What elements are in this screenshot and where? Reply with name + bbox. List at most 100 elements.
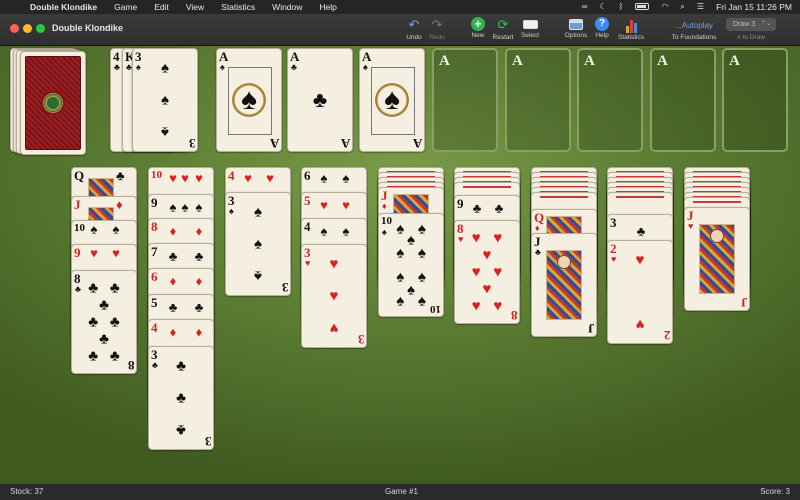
undo-button[interactable]: ↶ Undo — [402, 17, 426, 41]
draw-count-value: Draw 3 — [733, 21, 756, 28]
card-rank: J — [74, 197, 81, 212]
moon-icon[interactable]: ☾ — [599, 0, 606, 14]
card-rank: 9 — [151, 195, 158, 210]
score: Score: 3 — [760, 487, 790, 496]
menu-list: Double Klondike Game Edit View Statistic… — [30, 0, 354, 14]
help-button[interactable]: ? Help — [591, 17, 613, 39]
select-button[interactable]: Select — [518, 17, 542, 39]
card-suit-icon: ♠ — [229, 206, 234, 216]
menu-edit[interactable]: Edit — [154, 0, 169, 14]
card-suit-icon: ♦ — [382, 201, 387, 211]
foundation-slot-1[interactable]: A — [432, 48, 498, 152]
card-suit-icon: ♠ — [136, 62, 141, 72]
draw-count-select[interactable]: Draw 3 ⌃⌄ — [726, 18, 776, 31]
card-rank-bottom: 2 — [663, 328, 671, 343]
autoplay-button[interactable]: ...Autoplay To Foundations — [666, 17, 722, 41]
waste-card-top[interactable]: 3 ♠ ♠ ♠ ♠ 3 — [132, 48, 198, 152]
jack-face-art — [546, 250, 582, 320]
ace-club-icon: ♣ — [312, 87, 328, 112]
tableau-card-top[interactable]: J ♣ J — [531, 233, 597, 337]
foundation-slot-2[interactable]: A — [505, 48, 571, 152]
window-title: Double Klondike — [52, 23, 124, 33]
tableau-card-top[interactable]: 2 ♥ ♥ ♥ 2 — [607, 240, 673, 344]
statistics-button[interactable]: Statistics — [616, 17, 646, 41]
game-board: 4 ♣ K ♣ 3 ♠ ♠ ♠ ♠ 3 A ♠ ♠ A A ♣ ♣ A A ♠ … — [0, 46, 800, 484]
card-suit-icon: ♣ — [152, 360, 158, 370]
menu-status-area: ∞ ☾ ᛒ ◠ ⌕ ☰ Fri Jan 15 11:26 PM — [570, 0, 792, 14]
card-back-top — [20, 51, 86, 155]
help-icon: ? — [595, 17, 609, 31]
tableau-card-top[interactable]: 8 ♣ ♣ ♣ ♣ ♣ ♣ ♣ ♣ ♣ 8 — [71, 270, 137, 374]
menu-clock[interactable]: Fri Jan 15 11:26 PM — [716, 0, 792, 14]
control-center-icon[interactable]: ☰ — [697, 0, 704, 14]
foundation-slot-3[interactable]: A — [577, 48, 643, 152]
menu-help[interactable]: Help — [319, 0, 336, 14]
card-rank: 4 — [228, 168, 235, 183]
tableau-card-top[interactable]: 3 ♠ ♠ ♠ ♠ 3 — [225, 192, 291, 296]
plus-icon: + — [471, 17, 485, 31]
bluetooth-icon[interactable]: ᛒ — [619, 0, 624, 14]
card-pips: ♠ ♠ ♠ — [161, 59, 169, 141]
minimize-window-button[interactable] — [23, 24, 32, 33]
tableau-card-top[interactable]: 3 ♥ ♥ ♥ ♥ 3 — [301, 244, 367, 348]
foundation-ace-spades-1[interactable]: A ♠ ♠ A — [216, 48, 282, 152]
card-rank-bottom: A — [340, 136, 350, 151]
card-rank-bottom: A — [269, 136, 279, 151]
card-rank: 4 — [304, 219, 311, 234]
jack-face-art — [699, 224, 735, 294]
tableau-card-top[interactable]: J ♥ J — [684, 207, 750, 311]
card-suit-icon: ♥ — [688, 221, 694, 231]
card-rank-bottom: J — [740, 295, 748, 310]
close-window-button[interactable] — [10, 24, 19, 33]
foundation-slot-5[interactable]: A — [722, 48, 788, 152]
redo-button[interactable]: ↷ Redo — [425, 17, 449, 41]
creative-cloud-icon[interactable]: ∞ — [582, 0, 588, 14]
card-rank-bottom: 10 — [430, 303, 441, 315]
card-rank: 10 — [151, 169, 162, 181]
card-suit-icon: ♠ — [363, 62, 368, 72]
undo-icon: ↶ — [408, 17, 420, 32]
stock-pile[interactable] — [10, 48, 90, 158]
card-pips: ♣ ♣ ♣ — [176, 357, 186, 439]
new-game-button[interactable]: + New — [466, 17, 490, 39]
menu-statistics[interactable]: Statistics — [221, 0, 255, 14]
tableau-card-top[interactable]: 3 ♣ ♣ ♣ ♣ 3 — [148, 346, 214, 450]
card-suit-icon: ♥ — [305, 258, 311, 268]
foundation-slot-4[interactable]: A — [650, 48, 716, 152]
foundation-ace-clubs[interactable]: A ♣ ♣ A — [287, 48, 353, 152]
chevron-updown-icon: ⌃⌄ — [760, 21, 771, 27]
autoplay-caption: To Foundations — [671, 34, 717, 41]
menu-app-name[interactable]: Double Klondike — [30, 0, 97, 14]
menu-game[interactable]: Game — [114, 0, 137, 14]
menu-view[interactable]: View — [186, 0, 204, 14]
ace-spade-icon: ♠ — [384, 83, 400, 116]
options-button[interactable]: Options — [563, 17, 589, 39]
restart-label: Restart — [492, 34, 514, 41]
card-rank-bottom: A — [412, 136, 422, 151]
statistics-label: Statistics — [617, 34, 644, 41]
waste-pile[interactable]: 4 ♣ K ♣ 3 ♠ ♠ ♠ ♠ 3 — [110, 48, 206, 158]
search-icon[interactable]: ⌕ — [680, 0, 684, 14]
card-pips: ♣ ♣ ♣ ♣ ♣ ♣ ♣ ♣ — [88, 279, 120, 365]
restart-icon: ⟳ — [497, 17, 509, 32]
options-icon — [569, 19, 583, 30]
redo-label: Redo — [429, 34, 445, 41]
foundation-ace-spades-2[interactable]: A ♠ ♠ A — [359, 48, 425, 152]
draw-count-caption: # to Draw — [737, 34, 765, 41]
card-rank: 4 — [151, 320, 158, 335]
foundation-label: A — [729, 53, 740, 69]
restart-button[interactable]: ⟳ Restart — [490, 17, 516, 41]
card-suit-icon: ♥ — [458, 234, 464, 244]
wifi-icon[interactable]: ◠ — [661, 0, 668, 14]
card-pips: ♠ ♠ ♠ — [254, 203, 262, 285]
card-suit-icon: ♣ — [75, 284, 81, 294]
tableau-card-top[interactable]: 8 ♥ ♥ ♥ ♥ ♥ ♥ ♥ ♥ ♥ 8 — [454, 220, 520, 324]
zoom-window-button[interactable] — [36, 24, 45, 33]
menu-bar: Double Klondike Game Edit View Statistic… — [0, 0, 800, 14]
menu-window[interactable]: Window — [272, 0, 302, 14]
card-suit-icon: ♣ — [291, 62, 297, 72]
tableau-card-top[interactable]: 10 ♠ ♠ ♠ ♠ ♠ ♠ ♠ ♠ ♠ ♠ ♠ 10 — [378, 213, 444, 317]
card-rank: 6 — [151, 269, 158, 284]
card-rank: 5 — [304, 193, 311, 208]
battery-icon[interactable] — [635, 0, 650, 14]
